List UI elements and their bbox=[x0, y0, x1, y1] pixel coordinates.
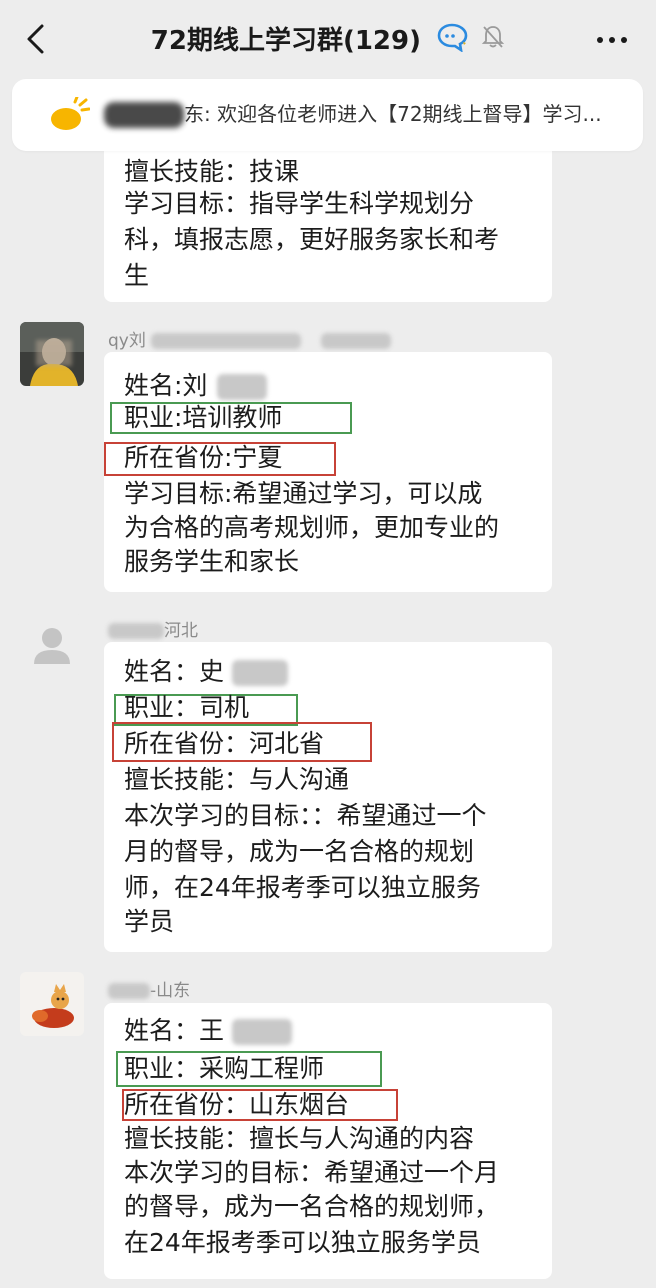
message-line: 学习目标：指导学生科学规划分 bbox=[124, 189, 475, 218]
message-line: 本次学习的目标：希望通过一个月 bbox=[124, 1158, 500, 1187]
message-bubble[interactable]: 姓名：王 职业：采购工程师 所在省份：山东烟台 擅长技能：擅长与人沟通的内容 本… bbox=[104, 1003, 552, 1279]
message-line: 月的督导，成为一名合格的规划 bbox=[124, 837, 475, 866]
message-line: 学员 bbox=[124, 907, 175, 936]
more-options-button[interactable] bbox=[594, 24, 630, 54]
message-line: 所在省份：河北省 bbox=[124, 729, 325, 758]
chat-bubble-icon bbox=[436, 22, 470, 56]
redacted-name bbox=[231, 660, 288, 686]
message-line: 所在省份:宁夏 bbox=[124, 443, 283, 472]
announcement-icon bbox=[46, 95, 91, 133]
message-line: 在24年报考季可以独立服务学员 bbox=[124, 1228, 481, 1257]
sender-name: 河北 bbox=[108, 616, 198, 641]
message-bubble[interactable]: 姓名：史 职业：司机 所在省份：河北省 擅长技能：与人沟通 本次学习的目标：：希… bbox=[104, 642, 552, 952]
message-bubble[interactable]: 姓名:刘 职业:培训教师 所在省份:宁夏 学习目标:希望通过学习，可以成 为合格… bbox=[104, 352, 552, 592]
message-line: 姓名:刘 bbox=[124, 368, 268, 404]
message-line: 服务学生和家长 bbox=[124, 547, 300, 576]
message-line: 学习目标:希望通过学习，可以成 bbox=[124, 479, 483, 508]
chat-header: 72期线上学习群(129) bbox=[0, 0, 656, 78]
redacted-name bbox=[108, 983, 150, 999]
message-line: 所在省份：山东烟台 bbox=[124, 1090, 350, 1119]
redacted-name bbox=[108, 623, 164, 639]
message-line: 生 bbox=[124, 261, 150, 290]
chat-title: 72期线上学习群(129) bbox=[150, 26, 422, 56]
more-dots-icon bbox=[597, 37, 627, 43]
message-line: 师，在24年报考季可以独立服务 bbox=[124, 873, 481, 902]
title-bar: 72期线上学习群(129) bbox=[0, 20, 656, 57]
message-line: 科，填报志愿，更好服务家长和考 bbox=[124, 225, 500, 254]
message-line: 职业：司机 bbox=[124, 693, 250, 722]
avatar[interactable] bbox=[20, 972, 84, 1036]
message-line: 为合格的高考规划师，更加专业的 bbox=[124, 513, 500, 542]
message-line: 职业:培训教师 bbox=[124, 403, 283, 432]
message-line: 擅长技能：擅长与人沟通的内容 bbox=[124, 1124, 475, 1153]
sender-name: -山东 bbox=[108, 976, 190, 1001]
sender-name: qy刘 bbox=[108, 326, 391, 351]
redacted-name bbox=[217, 374, 268, 400]
redacted-name bbox=[320, 333, 391, 349]
message-list: 擅长技能：技课 学习目标：指导学生科学规划分 科，填报志愿，更好服务家长和考 生… bbox=[0, 0, 656, 1288]
message-line: 职业：采购工程师 bbox=[124, 1054, 325, 1083]
message-line: 本次学习的目标：：希望通过一个 bbox=[124, 801, 487, 830]
message-line: 的督导，成为一名合格的规划师， bbox=[124, 1192, 500, 1221]
redacted-name bbox=[151, 333, 302, 349]
message-line: 擅长技能：技课 bbox=[124, 157, 300, 186]
group-notice-bar[interactable]: 东: 欢迎各位老师进入【72期线上督导】学习... bbox=[12, 79, 643, 151]
mute-bell-icon bbox=[481, 24, 505, 54]
avatar-default[interactable] bbox=[20, 614, 84, 678]
message-line: 擅长技能：与人沟通 bbox=[124, 765, 350, 794]
notice-sender-redacted bbox=[104, 102, 184, 128]
default-user-icon bbox=[20, 614, 84, 678]
notice-text: 东: 欢迎各位老师进入【72期线上督导】学习... bbox=[184, 102, 602, 126]
message-line: 姓名：史 bbox=[124, 654, 288, 690]
avatar[interactable] bbox=[20, 322, 84, 386]
redacted-name bbox=[231, 1019, 292, 1045]
message-line: 姓名：王 bbox=[124, 1013, 292, 1049]
